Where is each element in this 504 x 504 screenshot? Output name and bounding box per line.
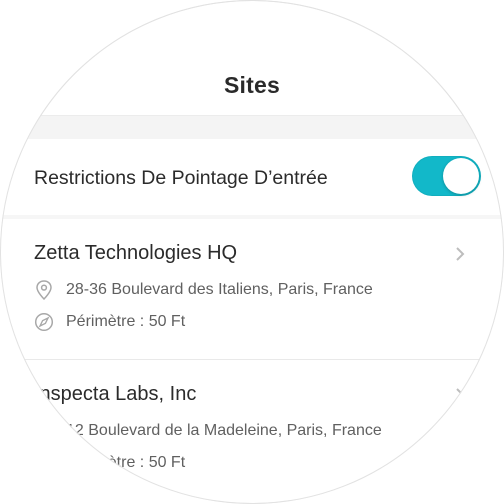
site-perimeter: Périmètre : 50 Ft (66, 313, 186, 330)
location-pin-icon (34, 280, 54, 300)
chevron-right-icon (456, 247, 465, 261)
chevron-right-icon (456, 388, 465, 402)
site-name: Zetta Technologies HQ (34, 242, 238, 264)
site-address: 12 Boulevard de la Madeleine, Paris, Fra… (66, 422, 382, 439)
site-perimeter-row: Périmètre : 50 Ft (34, 312, 185, 332)
site-address-row: 28-36 Boulevard des Italiens, Paris, Fra… (34, 280, 373, 300)
site-perimeter: Périmètre : 50 Ft (66, 454, 186, 471)
compass-icon (34, 312, 54, 332)
site-address-row: 12 Boulevard de la Madeleine, Paris, Fra… (34, 421, 382, 441)
section-separator (0, 115, 504, 140)
site-address: 28-36 Boulevard des Italiens, Paris, Fra… (66, 281, 373, 298)
site-list-item[interactable]: Inspecta Labs, Inc 12 Boulevard de la Ma… (0, 360, 504, 500)
page-title: Sites (224, 72, 280, 98)
location-pin-icon (34, 421, 54, 441)
site-list-item[interactable]: Zetta Technologies HQ 28-36 Boulevard de… (0, 219, 504, 360)
restriction-label: Restrictions De Pointage D’entrée (34, 167, 328, 189)
toggle-knob (443, 158, 479, 194)
compass-icon (34, 453, 54, 473)
site-name: Inspecta Labs, Inc (34, 383, 197, 405)
screen-viewport: Sites Restrictions De Pointage D’entrée … (0, 0, 504, 504)
site-perimeter-row: Périmètre : 50 Ft (34, 453, 185, 473)
restriction-toggle[interactable] (412, 156, 481, 196)
